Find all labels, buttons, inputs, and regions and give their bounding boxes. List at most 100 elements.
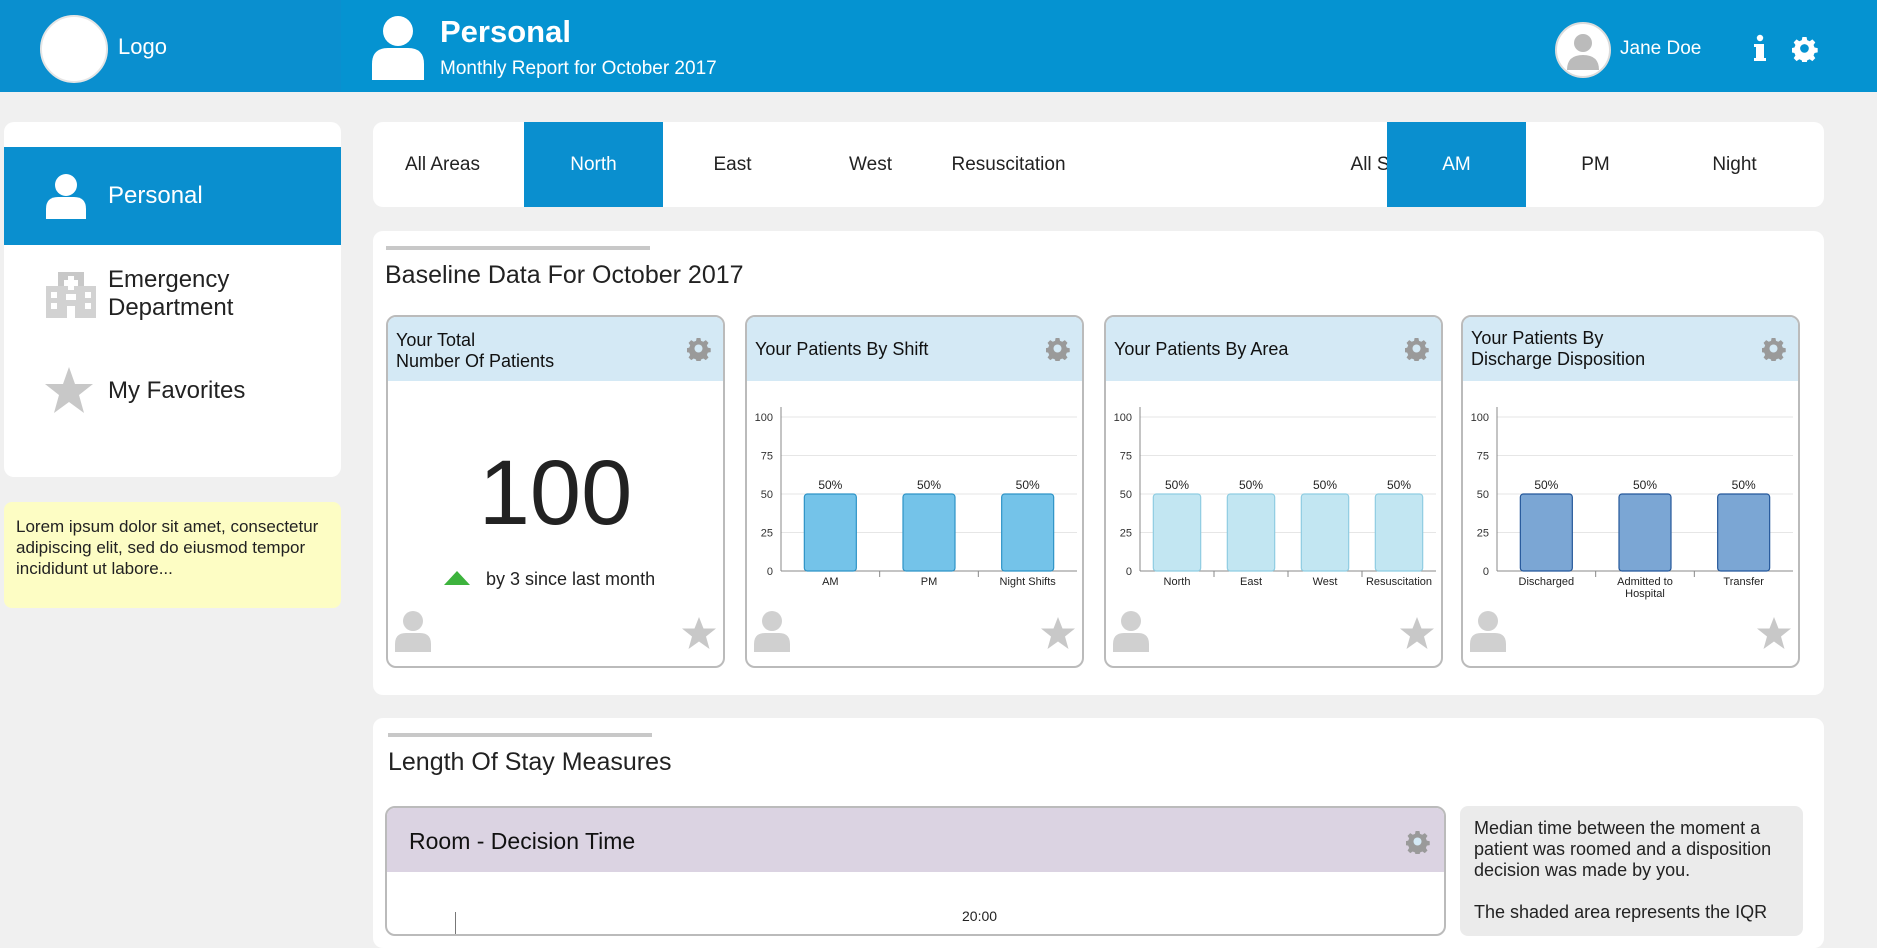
filter-shift-night[interactable]: Night: [1665, 122, 1804, 207]
sidebar-item-emergency-department[interactable]: Emergency Department: [4, 250, 341, 348]
bar: [1519, 493, 1573, 572]
bar: [1226, 493, 1276, 572]
x-tick-label: Admitted to: [1617, 576, 1673, 588]
favorite-star-icon[interactable]: [1399, 616, 1435, 650]
data-label: 50%: [1239, 478, 1263, 492]
y-tick-label: 75: [1120, 451, 1132, 463]
label-line-1: Emergency: [108, 266, 230, 293]
favorite-star-icon[interactable]: [681, 616, 717, 650]
data-label: 50%: [1165, 478, 1189, 492]
sidebar-item-label: Emergency Department: [108, 266, 233, 322]
card-settings-gear-icon[interactable]: [1406, 830, 1430, 854]
card-title: Room - Decision Time: [409, 828, 636, 854]
y-tick-label: 75: [761, 451, 773, 463]
doctor-icon: [1567, 34, 1599, 70]
title-line-2: Number Of Patients: [396, 351, 555, 371]
filter-area-resuscitation[interactable]: Resuscitation: [939, 122, 1078, 207]
total-patients-value: 100: [478, 442, 633, 544]
favorite-star-icon[interactable]: [1040, 616, 1076, 650]
section-divider: [388, 733, 652, 737]
favorite-star-icon[interactable]: [1756, 616, 1792, 650]
total-patients-card: Your Total Number Of Patients 100 by 3 s…: [386, 315, 725, 668]
sidebar-note: Lorem ipsum dolor sit amet, consectetur …: [4, 502, 341, 608]
section-title: Baseline Data For October 2017: [385, 261, 744, 289]
card-title: Your Patients By Shift: [755, 339, 929, 359]
card-title: Your Patients By Discharge Disposition: [1471, 328, 1645, 370]
filter-bar: All Areas North East West Resuscitation …: [373, 122, 1824, 207]
data-label: 50%: [1387, 478, 1411, 492]
bar: [803, 493, 857, 572]
card-header: Your Patients By Shift: [747, 317, 1082, 381]
x-tick-label: North: [1164, 576, 1191, 588]
label-line-2: Department: [108, 294, 234, 321]
card-settings-gear-icon[interactable]: [1405, 337, 1429, 361]
patients-by-area-chart: 0 25 50 75 100 50% North 50% East 50% West 50% Resus…: [1114, 407, 1436, 588]
settings-gear-icon[interactable]: [1792, 36, 1818, 62]
bar: [1300, 493, 1350, 572]
bar: [1152, 493, 1202, 572]
y-tick-label: 50: [1477, 489, 1489, 501]
patients-by-shift-chart: 0 25 50 75 100 50% AM 50% PM 50% Night Shifts: [755, 407, 1077, 588]
data-label: 50%: [818, 478, 842, 492]
person-icon[interactable]: [1112, 610, 1150, 652]
person-icon[interactable]: [394, 610, 432, 652]
patients-by-discharge-chart: 0 25 50 75 100 50% Discharged 50% Admitted toHos…: [1471, 407, 1793, 600]
user-avatar[interactable]: [1555, 22, 1611, 78]
x-tick-label: Hospital: [1625, 588, 1665, 600]
x-tick-label: Discharged: [1519, 576, 1575, 588]
card-header: Your Total Number Of Patients: [388, 317, 723, 381]
y-tick-label: 0: [1126, 566, 1132, 578]
person-icon: [46, 174, 86, 219]
y-tick-label: 0: [767, 566, 773, 578]
chart-axis: [455, 912, 456, 934]
filter-area-all[interactable]: All Areas: [373, 122, 512, 207]
card-header: Your Patients By Discharge Disposition: [1463, 317, 1798, 381]
data-label: 50%: [1534, 478, 1558, 492]
person-icon[interactable]: [753, 610, 791, 652]
y-tick-label: 100: [1114, 412, 1132, 424]
title-line-1: Your Total: [396, 330, 476, 350]
y-tick-label: 0: [1483, 566, 1489, 578]
card-title: Your Total Number Of Patients: [396, 330, 554, 372]
info-icon[interactable]: [1748, 34, 1772, 62]
card-settings-gear-icon[interactable]: [1046, 337, 1070, 361]
patients-by-area-card: Your Patients By Area 0 25 50 75 100 50% North…: [1104, 315, 1443, 668]
patients-by-discharge-card: Your Patients By Discharge Disposition 0…: [1461, 315, 1800, 668]
x-tick-label: PM: [921, 576, 938, 588]
filter-area-east[interactable]: East: [663, 122, 802, 207]
section-title: Length Of Stay Measures: [388, 748, 672, 776]
y-tick-label: 25: [1477, 528, 1489, 540]
bar: [1717, 493, 1771, 572]
delta-indicator: by 3 since last month: [444, 569, 655, 590]
filter-area-north[interactable]: North: [524, 122, 663, 207]
sidebar-item-my-favorites[interactable]: My Favorites: [4, 344, 341, 442]
delta-text: by 3 since last month: [486, 569, 656, 589]
logo-image[interactable]: [40, 15, 108, 83]
sidebar-item-label: Personal: [108, 182, 203, 209]
data-label: 50%: [917, 478, 941, 492]
logo-area: Logo: [0, 0, 341, 92]
card-settings-gear-icon[interactable]: [1762, 337, 1786, 361]
filter-shift-am[interactable]: AM: [1387, 122, 1526, 207]
y-tick-label: 100: [1471, 412, 1489, 424]
filter-area-west[interactable]: West: [801, 122, 940, 207]
description-paragraph: The shaded area represents the IQR: [1474, 902, 1768, 922]
bar: [902, 493, 956, 572]
card-title: Your Patients By Area: [1114, 339, 1289, 359]
patients-by-shift-card: Your Patients By Shift 0 25 50 75 100 50% AM 50…: [745, 315, 1084, 668]
user-name[interactable]: Jane Doe: [1620, 38, 1701, 60]
y-tick-label: 25: [761, 528, 773, 540]
app-header: Logo Personal Monthly Report for October…: [0, 0, 1877, 92]
y-tick-label: 75: [1477, 451, 1489, 463]
filter-shift-pm[interactable]: PM: [1526, 122, 1665, 207]
bar: [1374, 493, 1424, 572]
x-tick-label: East: [1240, 576, 1262, 588]
person-icon[interactable]: [1469, 610, 1507, 652]
person-icon: [372, 16, 424, 80]
card-settings-gear-icon[interactable]: [687, 337, 711, 361]
hospital-icon: [46, 272, 96, 318]
sidebar-item-personal[interactable]: Personal: [4, 147, 341, 245]
data-label: 50%: [1016, 478, 1040, 492]
star-icon: [45, 367, 93, 413]
data-label: 50%: [1633, 478, 1657, 492]
